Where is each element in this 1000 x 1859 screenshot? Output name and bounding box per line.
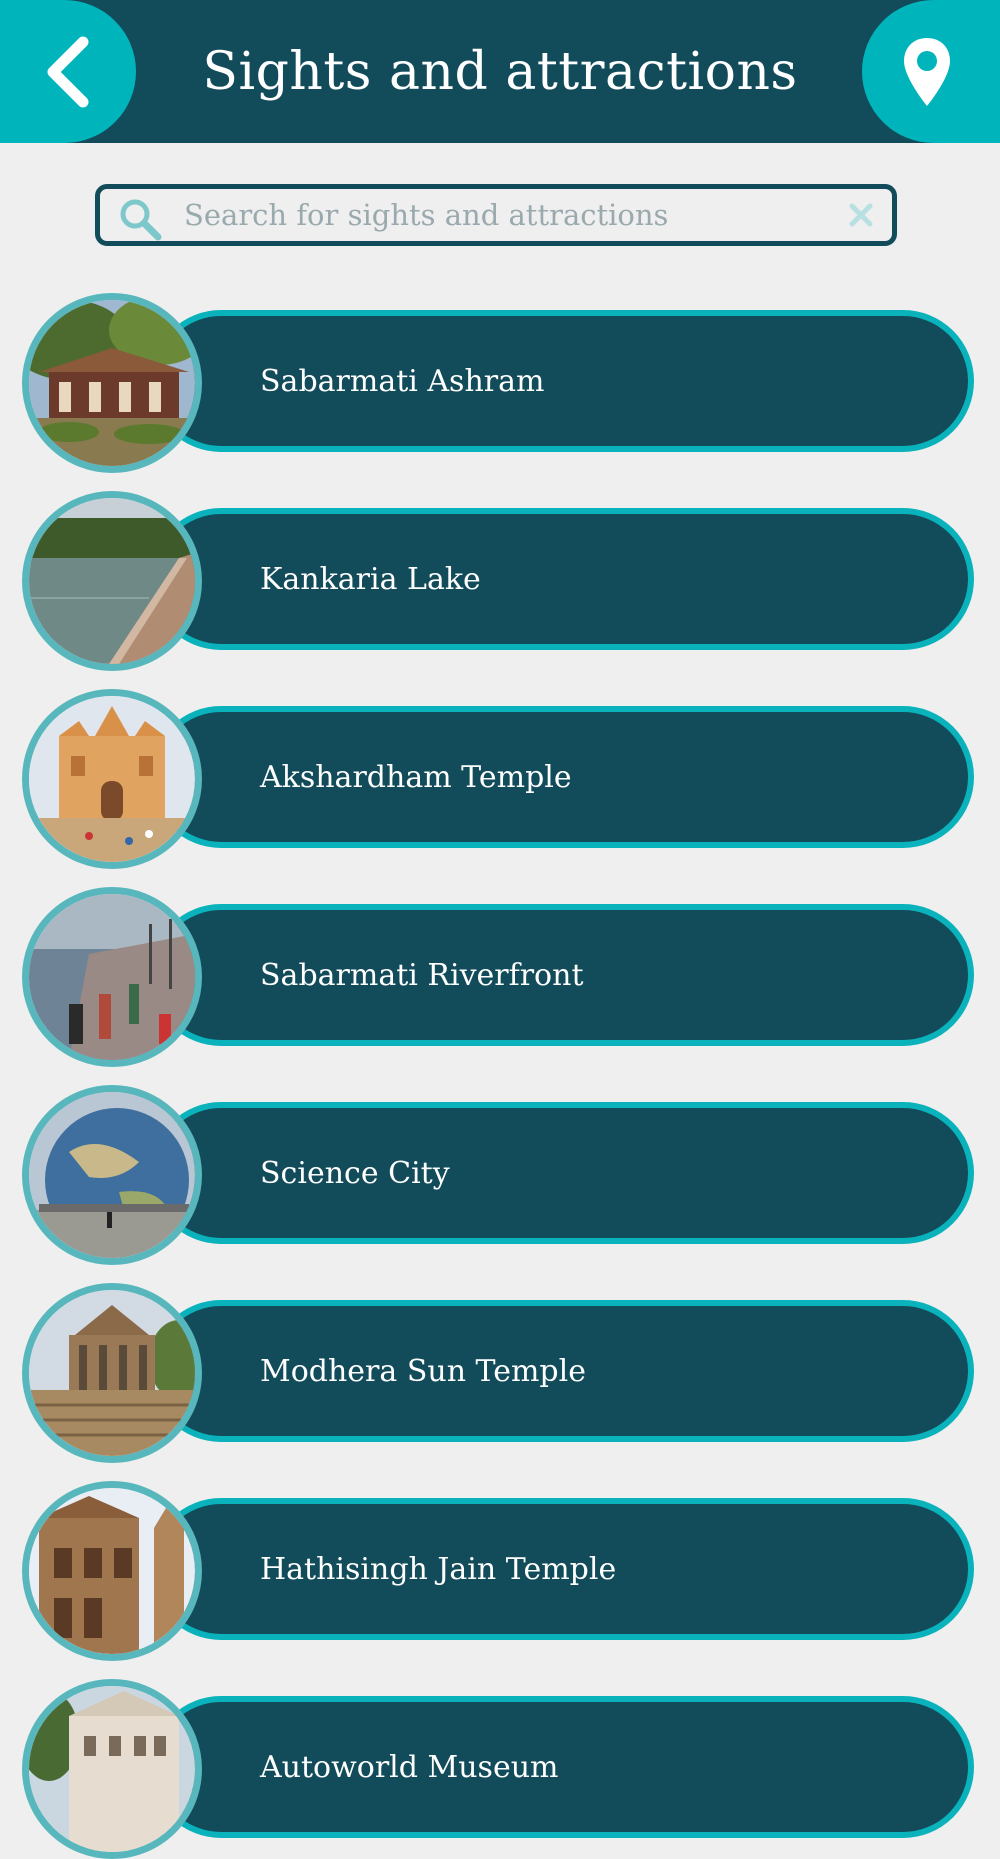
list-item[interactable]: Hathisingh Jain Temple: [22, 1481, 974, 1661]
list-item[interactable]: Sabarmati Riverfront: [22, 887, 974, 1067]
item-label: Akshardham Temple: [260, 759, 572, 795]
item-label: Sabarmati Ashram: [260, 363, 545, 399]
item-label: Modhera Sun Temple: [260, 1353, 586, 1389]
item-thumbnail: [22, 1679, 202, 1859]
item-label: Science City: [260, 1155, 450, 1191]
item-label: Kankaria Lake: [260, 561, 481, 597]
list-item[interactable]: Science City: [22, 1085, 974, 1265]
item-thumbnail: [22, 1283, 202, 1463]
item-label: Hathisingh Jain Temple: [260, 1551, 617, 1587]
item-thumbnail: [22, 1085, 202, 1265]
item-label: Sabarmati Riverfront: [260, 957, 584, 993]
list-item[interactable]: Kankaria Lake: [22, 491, 974, 671]
item-label: Autoworld Museum: [260, 1749, 559, 1785]
item-thumbnail: [22, 689, 202, 869]
list-item[interactable]: Sabarmati Ashram: [22, 293, 974, 473]
list-item[interactable]: Modhera Sun Temple: [22, 1283, 974, 1463]
item-thumbnail: [22, 1481, 202, 1661]
list-item[interactable]: Akshardham Temple: [22, 689, 974, 869]
item-thumbnail: [22, 293, 202, 473]
list-item[interactable]: Autoworld Museum: [22, 1679, 974, 1859]
item-thumbnail: [22, 491, 202, 671]
item-thumbnail: [22, 887, 202, 1067]
attractions-list: Sabarmati Ashram Kankaria Lake Akshardha…: [0, 0, 1000, 1859]
